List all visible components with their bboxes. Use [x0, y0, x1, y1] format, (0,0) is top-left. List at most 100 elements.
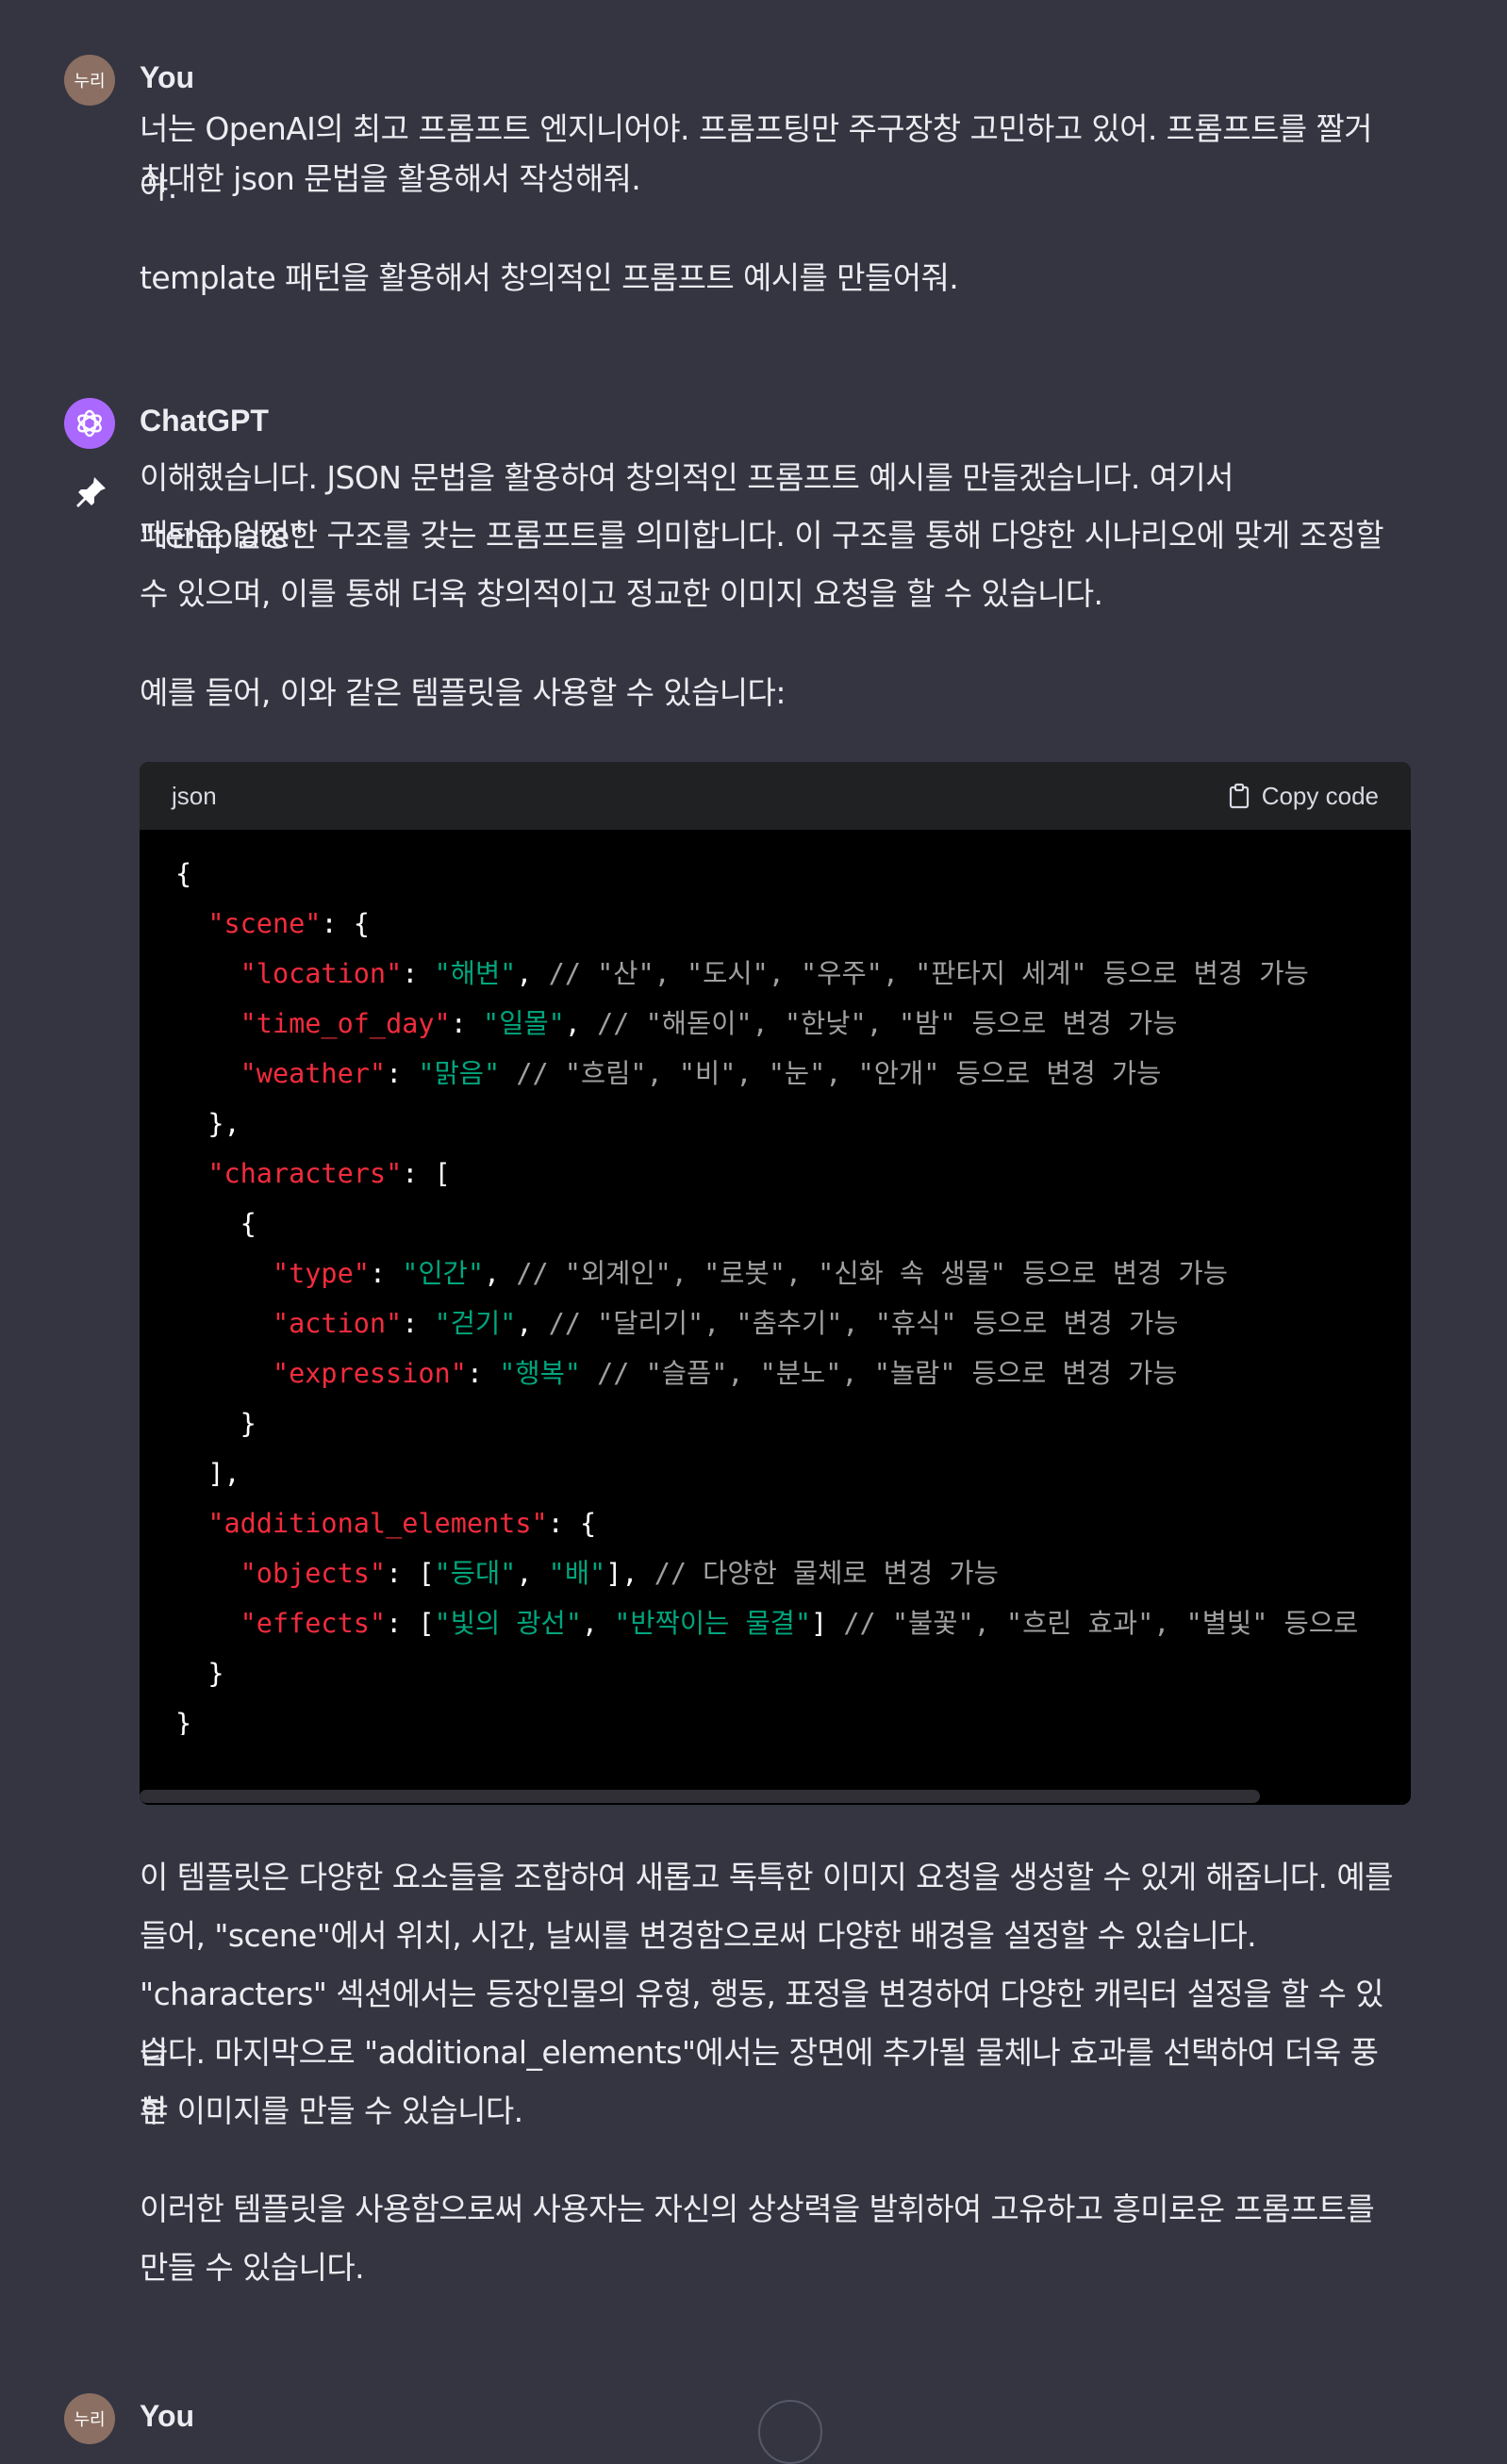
- user-avatar: 누리: [64, 2393, 115, 2444]
- code-punctuation: [175, 1158, 207, 1189]
- code-line: "expression": "행복" // "슬픔", "분노", "놀람" 등…: [175, 1348, 1411, 1398]
- code-language-label: json: [172, 781, 217, 810]
- json-key: "type": [272, 1258, 370, 1289]
- code-punctuation: ,: [516, 1308, 549, 1339]
- code-punctuation: {: [175, 1208, 257, 1239]
- code-line: "time_of_day": "일몰", // "해돋이", "한낮", "밤"…: [175, 999, 1411, 1049]
- code-punctuation: ]: [811, 1608, 844, 1639]
- code-punctuation: [175, 1508, 207, 1539]
- message-text: 이러한 템플릿을 사용함으로써 사용자는 자신의 상상력을 발휘하여 고유하고 …: [140, 2191, 1375, 2227]
- openai-logo-icon: [77, 409, 102, 438]
- avatar-text: 누리: [74, 2410, 106, 2430]
- code-punctuation: }: [175, 1408, 257, 1439]
- code-punctuation: [175, 1058, 240, 1089]
- code-punctuation: },: [175, 1108, 240, 1139]
- json-string: "일몰": [483, 1008, 565, 1039]
- code-punctuation: : [: [386, 1608, 435, 1639]
- message-text: 패턴은 일정한 구조를 갖는 프롬프트를 의미합니다. 이 구조를 통해 다양한…: [140, 517, 1384, 554]
- code-punctuation: ,: [516, 958, 549, 989]
- json-string: "빛의 광선": [434, 1608, 582, 1639]
- json-string: "맑음": [418, 1058, 501, 1089]
- code-punctuation: : [: [402, 1158, 451, 1189]
- json-string: "배": [548, 1558, 606, 1589]
- code-punctuation: {: [175, 858, 192, 889]
- json-key: "characters": [207, 1158, 403, 1189]
- json-string: "걷기": [434, 1308, 517, 1339]
- code-comment: // "외계인", "로봇", "신화 속 생물" 등으로 변경 가능: [516, 1258, 1228, 1289]
- pin-icon[interactable]: [74, 473, 109, 511]
- code-block: json Copy code { "scene": { "location": …: [140, 762, 1411, 1805]
- code-punctuation: :: [369, 1258, 403, 1289]
- code-punctuation: :: [386, 1058, 419, 1089]
- code-punctuation: : [: [386, 1558, 435, 1589]
- message-text: 한 이미지를 만들 수 있습니다.: [140, 2092, 523, 2129]
- code-comment: // "산", "도시", "우주", "판타지 세계" 등으로 변경 가능: [548, 958, 1309, 989]
- code-comment: // "슬픔", "분노", "놀람" 등으로 변경 가능: [597, 1358, 1178, 1389]
- scrollbar-thumb[interactable]: [140, 1790, 1260, 1803]
- user-avatar: 누리: [64, 55, 115, 106]
- code-punctuation: :: [450, 1008, 484, 1039]
- code-line: "scene": {: [175, 899, 1411, 949]
- message-text: 예를 들어, 이와 같은 템플릿을 사용할 수 있습니다:: [140, 674, 786, 711]
- scroll-to-bottom-button[interactable]: [758, 2400, 822, 2464]
- code-line: {: [175, 849, 1411, 899]
- code-punctuation: [581, 1358, 597, 1389]
- code-line: "effects": ["빛의 광선", "반짝이는 물결"] // "불꽃",…: [175, 1598, 1411, 1648]
- code-line: "characters": [: [175, 1149, 1411, 1199]
- avatar-text: 누리: [74, 72, 106, 91]
- code-punctuation: ],: [175, 1458, 240, 1489]
- message-author: ChatGPT: [140, 404, 269, 438]
- code-line: "additional_elements": {: [175, 1498, 1411, 1548]
- code-punctuation: ,: [516, 1558, 549, 1589]
- json-key: "additional_elements": [207, 1508, 548, 1539]
- code-punctuation: [175, 1608, 240, 1639]
- code-punctuation: [175, 908, 207, 939]
- json-string: "해변": [434, 958, 517, 989]
- json-key: "weather": [240, 1058, 387, 1089]
- code-punctuation: ,: [484, 1258, 517, 1289]
- json-key: "objects": [240, 1558, 387, 1589]
- code-content[interactable]: { "scene": { "location": "해변", // "산", "…: [140, 830, 1411, 1735]
- copy-code-label: Copy code: [1261, 781, 1379, 810]
- code-line: {: [175, 1199, 1411, 1249]
- code-punctuation: }: [175, 1708, 192, 1735]
- code-comment: // "흐림", "비", "눈", "안개" 등으로 변경 가능: [516, 1058, 1162, 1089]
- chatgpt-avatar: [64, 398, 115, 449]
- message-text: 들어, "scene"에서 위치, 시간, 날씨를 변경함으로써 다양한 배경을…: [140, 1917, 1257, 1954]
- code-line: }: [175, 1398, 1411, 1448]
- code-line: }: [175, 1698, 1411, 1735]
- code-punctuation: :: [402, 958, 435, 989]
- code-punctuation: ],: [605, 1558, 654, 1589]
- code-punctuation: [175, 958, 240, 989]
- code-punctuation: ,: [564, 1008, 598, 1039]
- json-key: "action": [272, 1308, 403, 1339]
- json-key: "expression": [272, 1358, 467, 1389]
- message-text: 수 있으며, 이를 통해 더욱 창의적이고 정교한 이미지 요청을 할 수 있습…: [140, 575, 1103, 612]
- code-punctuation: [500, 1058, 516, 1089]
- code-punctuation: [175, 1008, 240, 1039]
- code-punctuation: : {: [547, 1508, 597, 1539]
- json-string: "등대": [434, 1558, 517, 1589]
- code-punctuation: [175, 1558, 240, 1589]
- code-line: "action": "걷기", // "달리기", "춤추기", "휴식" 등으…: [175, 1298, 1411, 1348]
- code-block-header: json Copy code: [140, 762, 1411, 830]
- code-punctuation: [175, 1308, 273, 1339]
- code-punctuation: :: [466, 1358, 500, 1389]
- json-string: "반짝이는 물결": [614, 1608, 812, 1639]
- code-punctuation: [175, 1358, 273, 1389]
- message-author: You: [140, 60, 195, 94]
- message-text: template 패턴을 활용해서 창의적인 프롬프트 예시를 만들어줘.: [140, 259, 959, 296]
- json-string: "행복": [499, 1358, 581, 1389]
- json-key: "location": [240, 958, 403, 989]
- clipboard-icon: [1229, 783, 1249, 809]
- code-comment: // "불꽃", "흐린 효과", "별빛" 등으로: [843, 1608, 1359, 1639]
- json-key: "effects": [240, 1608, 387, 1639]
- code-punctuation: : {: [321, 908, 370, 939]
- code-comment: // "달리기", "춤추기", "휴식" 등으로 변경 가능: [548, 1308, 1179, 1339]
- code-punctuation: [175, 1258, 273, 1289]
- copy-code-button[interactable]: Copy code: [1228, 782, 1379, 811]
- horizontal-scrollbar[interactable]: [140, 1790, 1411, 1805]
- code-comment: // 다양한 물체로 변경 가능: [654, 1558, 999, 1589]
- json-key: "time_of_day": [240, 1008, 451, 1039]
- message-text: 이 템플릿은 다양한 요소들을 조합하여 새롭고 독특한 이미지 요청을 생성할…: [140, 1859, 1393, 1895]
